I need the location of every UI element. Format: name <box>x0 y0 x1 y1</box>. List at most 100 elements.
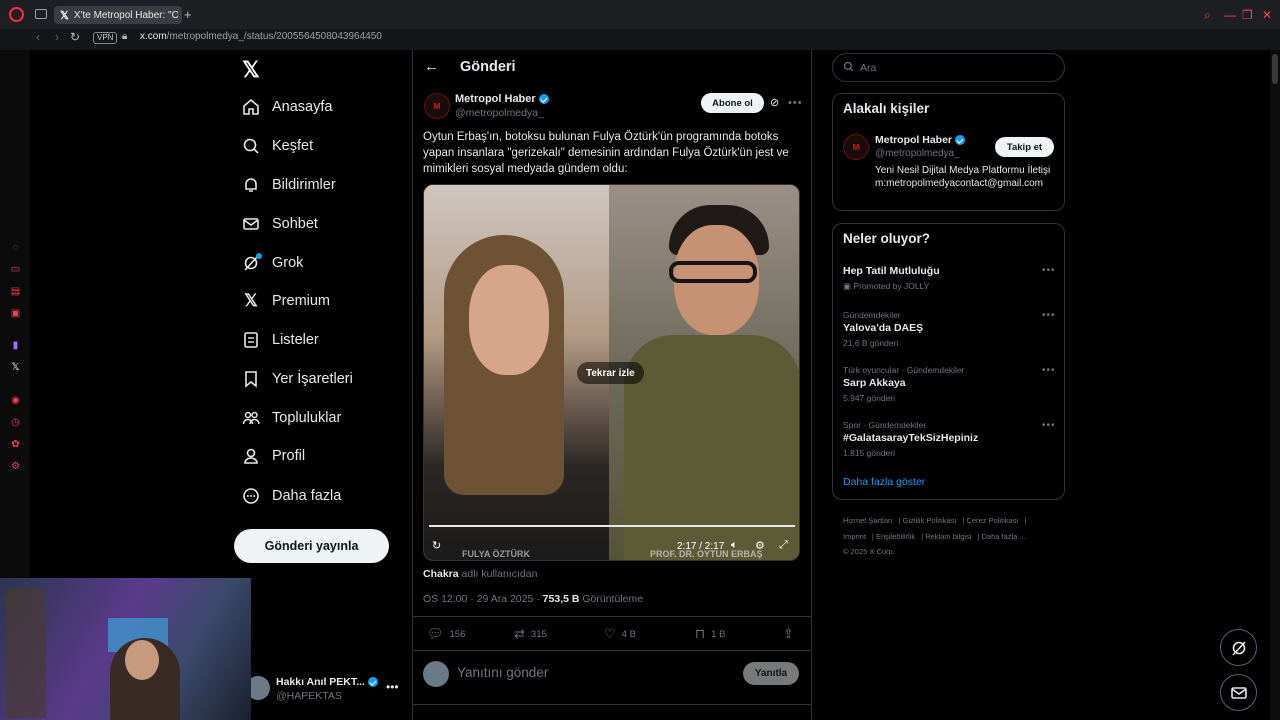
messenger-icon[interactable]: ▤ <box>10 286 21 297</box>
vpn-badge[interactable]: VPN <box>93 32 118 44</box>
back-icon[interactable]: ← <box>424 58 439 75</box>
x-sidebar-icon[interactable]: 𝕏 <box>10 362 21 373</box>
trend-name[interactable]: Sarp Akkaya <box>843 377 906 389</box>
forward-nav-icon[interactable]: › <box>55 30 59 44</box>
author-handle[interactable]: @metropolmedya_ <box>455 107 544 119</box>
aria-icon[interactable]: ◌ <box>10 242 21 253</box>
x-logo-icon[interactable]: 𝕏 <box>242 57 260 83</box>
volume-icon[interactable]: 🔈︎ <box>731 539 738 552</box>
footer-link[interactable]: Daha fazla ... <box>982 532 1026 541</box>
nav-label: Sohbet <box>272 216 318 232</box>
search-input[interactable]: Ara <box>832 53 1065 82</box>
reply-input[interactable]: Yanıtını gönder <box>457 665 548 680</box>
reload-icon[interactable]: ↻ <box>70 30 80 44</box>
music-icon[interactable]: ▣ <box>10 308 21 319</box>
lock-icon[interactable]: 🔒︎ <box>122 31 127 42</box>
footer-link[interactable]: Hizmet Şartları <box>843 516 893 525</box>
column-divider <box>811 50 812 720</box>
copyright: © 2025 X Corp. <box>843 547 895 556</box>
nav-label: Anasayfa <box>272 99 333 115</box>
grok-notification-dot <box>256 253 262 259</box>
settings-icon[interactable]: ⚙ <box>10 461 21 472</box>
related-avatar[interactable]: M <box>843 134 869 160</box>
repost-action[interactable]: ⇄ 315 <box>514 626 547 642</box>
show-more-link[interactable]: Daha fazla göster <box>843 476 925 488</box>
post-button[interactable]: Gönderi yayınla <box>234 529 389 563</box>
nav-label: Premium <box>272 293 331 309</box>
subscribe-button[interactable]: Abone ol <box>701 93 764 113</box>
new-tab-button[interactable]: + <box>184 7 192 22</box>
post-more-icon[interactable]: ••• <box>788 97 803 109</box>
share-action[interactable]: ⇪ <box>783 626 794 642</box>
nav-lists[interactable]: Listeler <box>240 327 319 353</box>
follow-button[interactable]: Takip et <box>995 137 1054 157</box>
account-handle[interactable]: @HAPEKTAS <box>276 690 342 702</box>
communities-icon <box>240 407 262 429</box>
replay-icon[interactable]: ↻ <box>432 539 441 552</box>
close-window-icon[interactable]: ✕ <box>1262 8 1272 22</box>
restore-icon[interactable]: ❐ <box>1242 8 1253 22</box>
footer-link[interactable]: Erişilebilirlik <box>876 532 915 541</box>
trend-meta: Gündemdekiler <box>843 310 901 320</box>
footer-link[interactable]: Çerez Politikası <box>966 516 1018 525</box>
nav-explore[interactable]: Keşfet <box>240 133 313 159</box>
player-icon[interactable]: ◉ <box>10 395 21 406</box>
nav-notifications[interactable]: Bildirimler <box>240 172 336 198</box>
back-nav-icon[interactable]: ‹ <box>36 30 40 44</box>
browser-tabbar <box>0 0 1280 29</box>
x-icon: 𝕏 <box>244 291 258 310</box>
shopping-icon[interactable]: ▭ <box>10 264 21 275</box>
reply-button[interactable]: Yanıtla <box>743 662 799 685</box>
author-avatar[interactable]: M <box>424 93 450 119</box>
trend-more-icon[interactable]: ••• <box>1042 420 1056 431</box>
scrollbar-thumb[interactable] <box>1272 54 1278 84</box>
search-tabs-icon[interactable]: ⌕ <box>1204 8 1211 23</box>
browser-tab[interactable]: 𝕏 X'te Metropol Haber: "Oyt... <box>54 6 182 24</box>
trend-more-icon[interactable]: ••• <box>1042 265 1056 276</box>
trend-name[interactable]: Hep Tatil Mutluluğu <box>843 265 940 277</box>
video-time: 2:17 / 2:17 <box>677 541 725 552</box>
nav-communities[interactable]: Topluluklar <box>240 405 341 431</box>
bookmark-action[interactable]: ⊓ 1 B <box>695 626 725 642</box>
footer-link[interactable]: Imprint <box>843 532 866 541</box>
video-progress-bar[interactable] <box>429 525 795 527</box>
nav-premium[interactable]: 𝕏 Premium <box>240 288 330 314</box>
trend-more-icon[interactable]: ••• <box>1042 310 1056 321</box>
trend-name[interactable]: Yalova'da DAEŞ <box>843 322 923 334</box>
scrollbar[interactable] <box>1270 50 1280 720</box>
nav-profile[interactable]: Profil <box>240 443 305 469</box>
related-name[interactable]: Metropol Haber <box>875 134 966 146</box>
nav-grok[interactable]: Grok <box>240 250 303 276</box>
nav-more[interactable]: Daha fazla <box>240 483 341 509</box>
nav-bookmarks[interactable]: Yer İşaretleri <box>240 366 353 392</box>
trend-name[interactable]: #GalatasarayTekSizHepiniz <box>843 432 978 444</box>
fullscreen-icon[interactable]: ⤢ <box>779 539 788 552</box>
url-field[interactable]: x.com/metropolmedya_/status/200556450804… <box>140 31 382 42</box>
history-icon[interactable]: ◷ <box>10 417 21 428</box>
account-more-icon[interactable]: ••• <box>386 680 399 694</box>
reply-action[interactable]: 💬︎ 156 <box>427 626 465 642</box>
minimize-icon[interactable]: — <box>1224 8 1236 22</box>
extensions-icon[interactable]: ✿ <box>10 439 21 450</box>
footer-link[interactable]: Reklam bilgisi <box>925 532 971 541</box>
twitch-icon[interactable]: ▮ <box>10 340 21 351</box>
related-handle[interactable]: @metropolmedya_ <box>875 148 960 159</box>
trends-title: Neler oluyor? <box>843 231 931 246</box>
grok-float-button[interactable] <box>1220 629 1257 666</box>
settings-gear-icon[interactable]: ⚙ <box>755 539 765 552</box>
replay-button[interactable]: Tekrar izle <box>577 362 644 384</box>
tab-menu-icon[interactable] <box>35 9 47 19</box>
opera-logo-icon[interactable] <box>9 7 24 22</box>
from-user[interactable]: Chakra adlı kullanıcıdan <box>423 568 537 580</box>
trend-more-icon[interactable]: ••• <box>1042 365 1056 376</box>
nav-chat[interactable]: Sohbet <box>240 211 318 237</box>
author-name[interactable]: Metropol Haber <box>455 93 549 105</box>
video-caption-left: FULYA ÖZTÜRK <box>462 549 531 559</box>
nav-home[interactable]: Anasayfa <box>240 94 332 120</box>
footer-link[interactable]: Gizlilik Politikası <box>903 516 957 525</box>
like-action[interactable]: ♡ 4 B <box>604 626 636 642</box>
account-name[interactable]: Hakkı Anıl PEKT... <box>276 676 378 688</box>
nav-label: Keşfet <box>272 138 314 154</box>
grok-explain-icon[interactable]: ⊘ <box>770 96 779 109</box>
messages-float-button[interactable] <box>1220 674 1257 711</box>
